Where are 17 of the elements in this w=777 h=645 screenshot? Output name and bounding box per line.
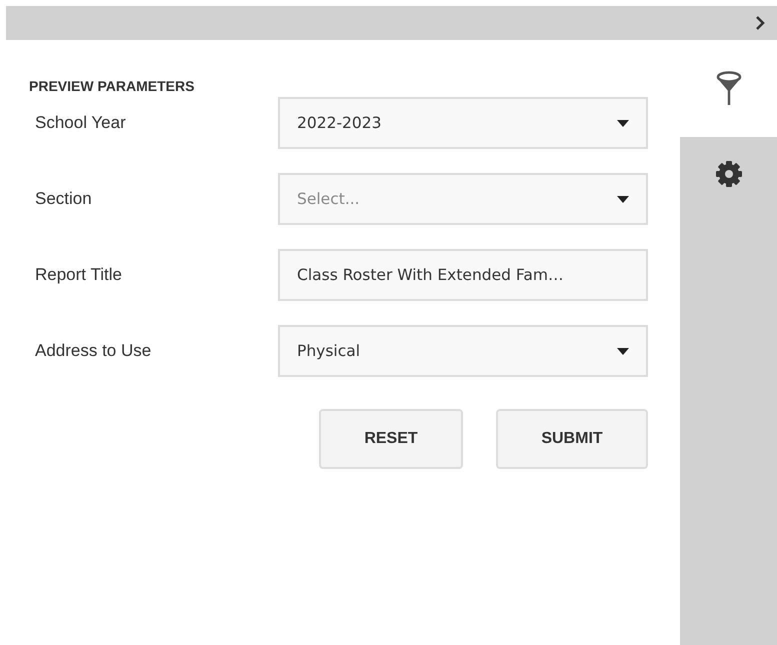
action-button[interactable]: RESET — [319, 409, 463, 469]
dropdown-field[interactable]: 2022-2023 — [278, 97, 648, 149]
settings-icon — [714, 160, 742, 188]
caret-icon — [617, 120, 629, 126]
dropdown-field[interactable]: Physical — [278, 325, 648, 377]
field-label: School Year — [34, 113, 127, 133]
action-button[interactable]: SUBMIT — [496, 409, 648, 469]
caret-icon — [617, 348, 629, 354]
field-label: Section — [34, 189, 93, 209]
panel-title: PREVIEW PARAMETERS — [29, 78, 196, 96]
field-label: Report Title — [34, 265, 123, 285]
funnel-icon — [716, 70, 742, 106]
chevron-right-icon[interactable] — [755, 16, 765, 30]
input-field[interactable]: Class Roster With Extended Fam… — [278, 249, 648, 301]
filter-tab[interactable] — [680, 40, 777, 137]
field-label: Address to Use — [34, 341, 152, 361]
caret-icon — [617, 196, 629, 202]
